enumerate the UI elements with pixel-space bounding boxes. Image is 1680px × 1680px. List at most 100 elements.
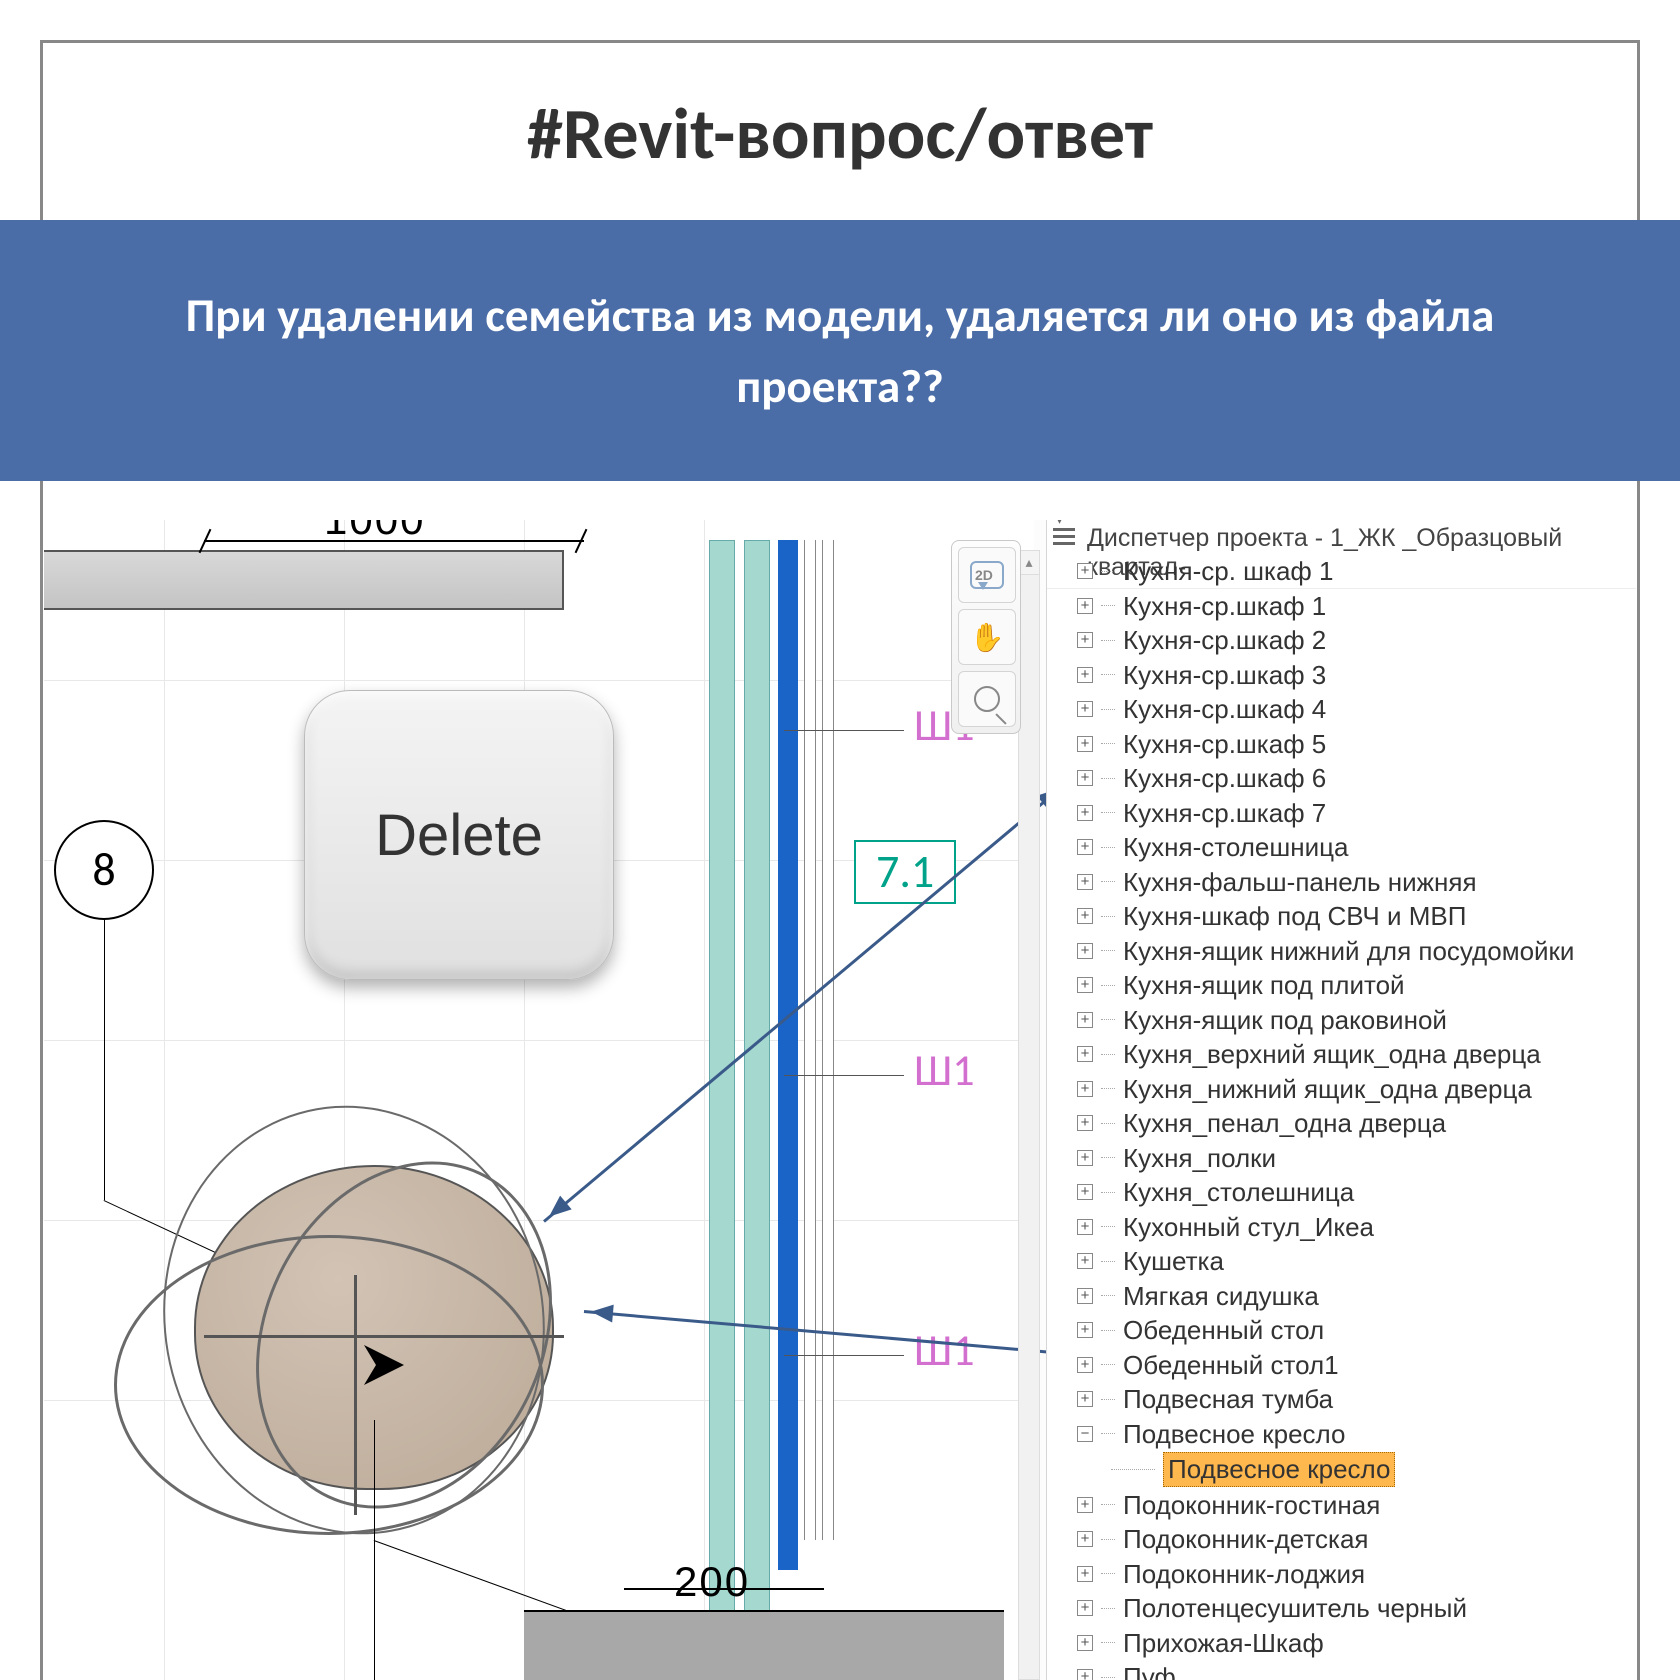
tree-item-label: Подоконник-гостиная	[1123, 1489, 1380, 1522]
scroll-up-icon[interactable]: ▴	[1019, 551, 1039, 575]
tree-item-label: Подоконник-лоджия	[1123, 1558, 1365, 1591]
browser-menu-icon[interactable]	[1053, 528, 1075, 545]
view-controls: 2D ✋	[951, 540, 1021, 734]
expand-icon[interactable]: +	[1077, 1566, 1093, 1582]
tree-item-family[interactable]: + Кухонный стул_Икеа	[1047, 1210, 1636, 1245]
tree-item-label: Кухня-ср.шкаф 7	[1123, 797, 1326, 830]
expand-icon[interactable]: +	[1077, 1497, 1093, 1513]
expand-icon[interactable]: +	[1077, 1081, 1093, 1097]
tree-item-family[interactable]: +Кухня-столешница	[1047, 830, 1636, 865]
expand-icon[interactable]: +	[1077, 1635, 1093, 1651]
project-browser-tree[interactable]: +Кухня-ср. шкаф 1+Кухня-ср.шкаф 1+Кухня-…	[1047, 554, 1636, 1680]
tree-item-family[interactable]: + Прихожая-Шкаф	[1047, 1626, 1636, 1661]
expand-icon[interactable]: +	[1077, 1253, 1093, 1269]
expand-icon[interactable]: +	[1077, 632, 1093, 648]
tree-item-label: Мягкая сидушка	[1123, 1280, 1319, 1313]
tree-item-label: Кухня-фальш-панель нижняя	[1123, 866, 1477, 899]
expand-icon[interactable]: +	[1077, 770, 1093, 786]
pan-hand-icon[interactable]: ✋	[958, 609, 1016, 665]
expand-icon[interactable]: +	[1077, 1600, 1093, 1616]
viewcube-help-icon[interactable]: 2D	[958, 547, 1016, 603]
expand-icon[interactable]: +	[1077, 1357, 1093, 1373]
tree-item-family[interactable]: +Кухня-ср.шкаф 4	[1047, 692, 1636, 727]
expand-icon[interactable]: +	[1077, 736, 1093, 752]
wall-segment-lower	[524, 1610, 1004, 1680]
expand-icon[interactable]: +	[1077, 1184, 1093, 1200]
expand-icon[interactable]: +	[1077, 667, 1093, 683]
tree-item-label: Кухня-шкаф под СВЧ и МВП	[1123, 900, 1466, 933]
tree-item-label: Прихожая-Шкаф	[1123, 1627, 1324, 1660]
expand-icon[interactable]: +	[1077, 1391, 1093, 1407]
expand-icon[interactable]: +	[1077, 977, 1093, 993]
expand-icon[interactable]: +	[1077, 943, 1093, 959]
tree-item-family[interactable]: + Подоконник-гостиная	[1047, 1488, 1636, 1523]
tree-item-label: Обеденный стол	[1123, 1314, 1324, 1347]
project-browser: Диспетчер проекта - 1_ЖК _Образцовый ква…	[1046, 520, 1636, 1680]
expand-icon[interactable]: +	[1077, 839, 1093, 855]
tree-item-label: Обеденный стол1	[1123, 1349, 1339, 1382]
expand-icon[interactable]: +	[1077, 1219, 1093, 1235]
tree-item-label: Кухня-ср.шкаф 5	[1123, 728, 1326, 761]
tree-item-family[interactable]: +Кухня-ср.шкаф 6	[1047, 761, 1636, 796]
expand-icon[interactable]: +	[1077, 1115, 1093, 1131]
tree-item-family[interactable]: +Кухня_пенал_одна дверца	[1047, 1106, 1636, 1141]
tree-item-label: Подвесное кресло	[1123, 1418, 1345, 1451]
tree-item-family[interactable]: + Кухня-ср.шкаф 2	[1047, 623, 1636, 658]
tree-item-label: Подвесное кресло	[1163, 1452, 1395, 1487]
tree-item-family[interactable]: +Кухня-ср.шкаф 1	[1047, 589, 1636, 624]
family-instance-chair[interactable]	[144, 1115, 564, 1535]
expand-icon[interactable]: +	[1077, 1012, 1093, 1028]
zoom-icon[interactable]	[958, 671, 1016, 727]
tree-item-family[interactable]: +Кухня_верхний ящик_одна дверца	[1047, 1037, 1636, 1072]
tree-item-family[interactable]: +Пуф	[1047, 1660, 1636, 1680]
tree-item-family[interactable]: + Мягкая сидушка	[1047, 1279, 1636, 1314]
tree-item-label: Кушетка	[1123, 1245, 1224, 1278]
tree-item-family[interactable]: +Кухня-ящик нижний для посудомойки	[1047, 934, 1636, 969]
tree-item-family[interactable]: + Кухня-ср. шкаф 1	[1047, 554, 1636, 589]
tree-item-family[interactable]: + Кухня-ср.шкаф 5	[1047, 727, 1636, 762]
tree-item-family[interactable]: +Подвесная тумба	[1047, 1382, 1636, 1417]
expand-icon[interactable]: +	[1077, 1046, 1093, 1062]
tree-item-label: Кухня-ср.шкаф 2	[1123, 624, 1326, 657]
tree-item-family[interactable]: +Полотенцесушитель черный	[1047, 1591, 1636, 1626]
expand-icon[interactable]: +	[1077, 1150, 1093, 1166]
expand-icon[interactable]: +	[1077, 805, 1093, 821]
drawing-canvas[interactable]: 1000 Ш1 Ш1 Ш1 7.1 8	[44, 520, 1034, 1680]
expand-icon[interactable]: +	[1077, 563, 1093, 579]
tree-item-family[interactable]: + Обеденный стол1	[1047, 1348, 1636, 1383]
tree-item-family[interactable]: + Кухня-фальш-панель нижняя	[1047, 865, 1636, 900]
expand-icon[interactable]: +	[1077, 1322, 1093, 1338]
wall-tag-2: Ш1	[914, 1043, 975, 1097]
wall-tag-3: Ш1	[914, 1323, 975, 1377]
tree-item-family[interactable]: + Кухня_столешница	[1047, 1175, 1636, 1210]
tree-item-family[interactable]: + Кухня-ср.шкаф 7	[1047, 796, 1636, 831]
expand-icon[interactable]: +	[1077, 598, 1093, 614]
expand-icon[interactable]: +	[1077, 1288, 1093, 1304]
tree-item-family[interactable]: + Кухня_полки	[1047, 1141, 1636, 1176]
tree-item-label: Кухня_нижний ящик_одна дверца	[1123, 1073, 1532, 1106]
expand-icon[interactable]: +	[1077, 1669, 1093, 1680]
tree-item-family[interactable]: − Подвесное кресло	[1047, 1417, 1636, 1452]
expand-icon[interactable]: −	[1077, 1426, 1093, 1442]
tree-item-family[interactable]: + Кухня_нижний ящик_одна дверца	[1047, 1072, 1636, 1107]
tree-item-family[interactable]: + Кухня-шкаф под СВЧ и МВП	[1047, 899, 1636, 934]
tree-item-label: Кухня_полки	[1123, 1142, 1276, 1175]
tree-item-family[interactable]: +Кухня-ср.шкаф 3	[1047, 658, 1636, 693]
scrollbar[interactable]: ▴	[1018, 550, 1040, 1680]
expand-icon[interactable]: +	[1077, 908, 1093, 924]
tree-item-family[interactable]: + Подоконник-лоджия	[1047, 1557, 1636, 1592]
tree-item-type[interactable]: Подвесное кресло	[1047, 1451, 1636, 1488]
expand-icon[interactable]: +	[1077, 701, 1093, 717]
expand-icon[interactable]: +	[1077, 1531, 1093, 1547]
tree-item-family[interactable]: + Обеденный стол	[1047, 1313, 1636, 1348]
tree-item-family[interactable]: +Подоконник-детская	[1047, 1522, 1636, 1557]
tree-item-family[interactable]: +Кухня-ящик под плитой	[1047, 968, 1636, 1003]
tree-item-label: Кухня_столешница	[1123, 1176, 1354, 1209]
tree-item-label: Кухня-ср. шкаф 1	[1123, 555, 1334, 588]
question-banner: При удалении семейства из модели, удаляе…	[0, 220, 1680, 481]
tree-item-family[interactable]: +Кухня-ящик под раковиной	[1047, 1003, 1636, 1038]
tree-item-label: Кухонный стул_Икеа	[1123, 1211, 1374, 1244]
expand-icon[interactable]: +	[1077, 874, 1093, 890]
tree-item-family[interactable]: + Кушетка	[1047, 1244, 1636, 1279]
page-title: #Revit-вопрос/ответ	[60, 60, 1620, 188]
